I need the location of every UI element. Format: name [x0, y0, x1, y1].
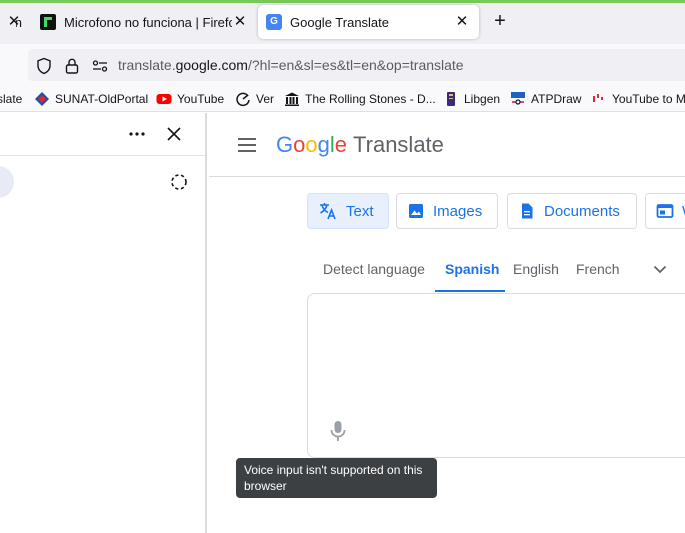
url-prefix: translate.: [118, 57, 176, 73]
favicon-icon: [40, 14, 56, 30]
bookmark-label: YouTube to M: [612, 92, 685, 106]
close-icon[interactable]: [163, 123, 185, 145]
tab-microfono[interactable]: Microfono no funciona | Firefox ✕: [30, 5, 252, 39]
bookmark-item[interactable]: Libgen: [443, 90, 500, 108]
bookmark-label: slate: [0, 92, 23, 106]
ver-icon: [236, 92, 250, 107]
lang-tab-detect[interactable]: Detect language: [323, 261, 425, 277]
bookmark-label: ATPDraw: [531, 92, 582, 106]
google-wordmark: Google: [276, 132, 347, 158]
active-language-indicator: [435, 290, 505, 292]
close-tab-icon[interactable]: ✕: [454, 14, 470, 30]
tab-partial[interactable]: n ✕: [0, 5, 22, 39]
youtube-icon: [156, 94, 172, 104]
website-icon: [656, 204, 674, 218]
websites-mode-button[interactable]: W: [645, 193, 685, 229]
plus-icon[interactable]: +: [490, 11, 510, 31]
text-mode-label: Text: [346, 202, 374, 220]
tab-title: Microfono no funciona | Firefox: [64, 14, 232, 30]
lang-tab-spanish[interactable]: Spanish: [445, 261, 499, 277]
wordmark-letter: G: [276, 132, 294, 157]
close-tab-icon[interactable]: ✕: [6, 14, 22, 30]
more-options-icon[interactable]: [126, 123, 148, 145]
wordmark-letter: e: [334, 132, 348, 157]
images-mode-button[interactable]: Images: [396, 193, 498, 229]
source-text-input[interactable]: [324, 310, 674, 410]
product-name: Translate: [353, 132, 444, 157]
lang-tab-english[interactable]: English: [513, 261, 559, 277]
image-icon: [409, 204, 423, 218]
microphone-icon[interactable]: [327, 419, 349, 443]
select-area-icon[interactable]: [169, 172, 189, 192]
main-menu-icon[interactable]: [237, 136, 259, 154]
google-translate-logo[interactable]: Google Translate: [276, 132, 444, 158]
url-host: google.com: [175, 57, 248, 73]
text-mode-button[interactable]: Text: [307, 193, 389, 229]
documents-mode-button[interactable]: Documents: [507, 193, 637, 229]
app-header: Google Translate: [209, 113, 685, 177]
bookmark-label: Ver: [256, 92, 275, 106]
bookmark-label: Libgen: [464, 92, 501, 106]
shield-icon[interactable]: [35, 57, 53, 75]
chevron-down-icon[interactable]: [652, 261, 668, 277]
translate-icon: [320, 203, 336, 220]
tab-google-translate[interactable]: G Google Translate ✕: [258, 5, 479, 39]
voice-input-tooltip: Voice input isn't supported on this brow…: [236, 458, 437, 498]
tab-strip: n ✕ Microfono no funciona | Firefox ✕ G …: [0, 0, 685, 44]
bookmark-item[interactable]: slate: [0, 90, 22, 108]
bookmark-item[interactable]: Ver: [235, 90, 274, 108]
wordmark-letter: g: [317, 132, 330, 157]
building-icon: [285, 92, 299, 106]
wordmark-letter: o: [293, 132, 306, 157]
bookmark-item[interactable]: YouTube: [156, 90, 224, 108]
lang-tab-french[interactable]: French: [576, 261, 620, 277]
bookmark-item[interactable]: SUNAT-OldPortal: [34, 90, 148, 108]
bookmark-item[interactable]: The Rolling Stones - D...: [284, 90, 436, 108]
youtube-to-mp3-icon: [593, 94, 603, 102]
documents-mode-label: Documents: [544, 202, 620, 220]
tab-strip-accent: [0, 0, 685, 3]
images-mode-label: Images: [433, 202, 483, 220]
bookmark-label: SUNAT-OldPortal: [55, 92, 149, 106]
lock-icon[interactable]: [63, 57, 81, 75]
document-icon: [522, 203, 533, 219]
bookmark-label: YouTube: [177, 92, 225, 106]
bookmark-item[interactable]: YouTube to M: [591, 90, 685, 108]
url-text[interactable]: translate.google.com/?hl=en&sl=es&tl=en&…: [118, 57, 464, 73]
permissions-icon[interactable]: [91, 57, 109, 75]
close-tab-icon[interactable]: ✕: [232, 14, 248, 30]
panel-pill-button[interactable]: [0, 166, 14, 198]
navigation-bar: translate.google.com/?hl=en&sl=es&tl=en&…: [0, 44, 685, 86]
url-path: /?hl=en&sl=es&tl=en&op=translate: [247, 57, 464, 73]
panel-divider: [0, 155, 205, 156]
google-translate-favicon-icon: G: [266, 14, 282, 30]
bookmark-item[interactable]: ATPDraw: [510, 90, 581, 108]
source-text-panel: [307, 293, 685, 458]
sunat-icon: [35, 92, 49, 106]
bookmark-label: The Rolling Stones - D...: [305, 92, 436, 106]
bookmarks-toolbar: slate SUNAT-OldPortal YouTube Ver The Ro…: [0, 86, 685, 112]
side-panel: [0, 113, 207, 533]
tab-title: Google Translate: [290, 14, 390, 30]
wordmark-letter: o: [305, 132, 318, 157]
atp-icon: [511, 92, 525, 105]
libgen-icon: [447, 92, 455, 106]
